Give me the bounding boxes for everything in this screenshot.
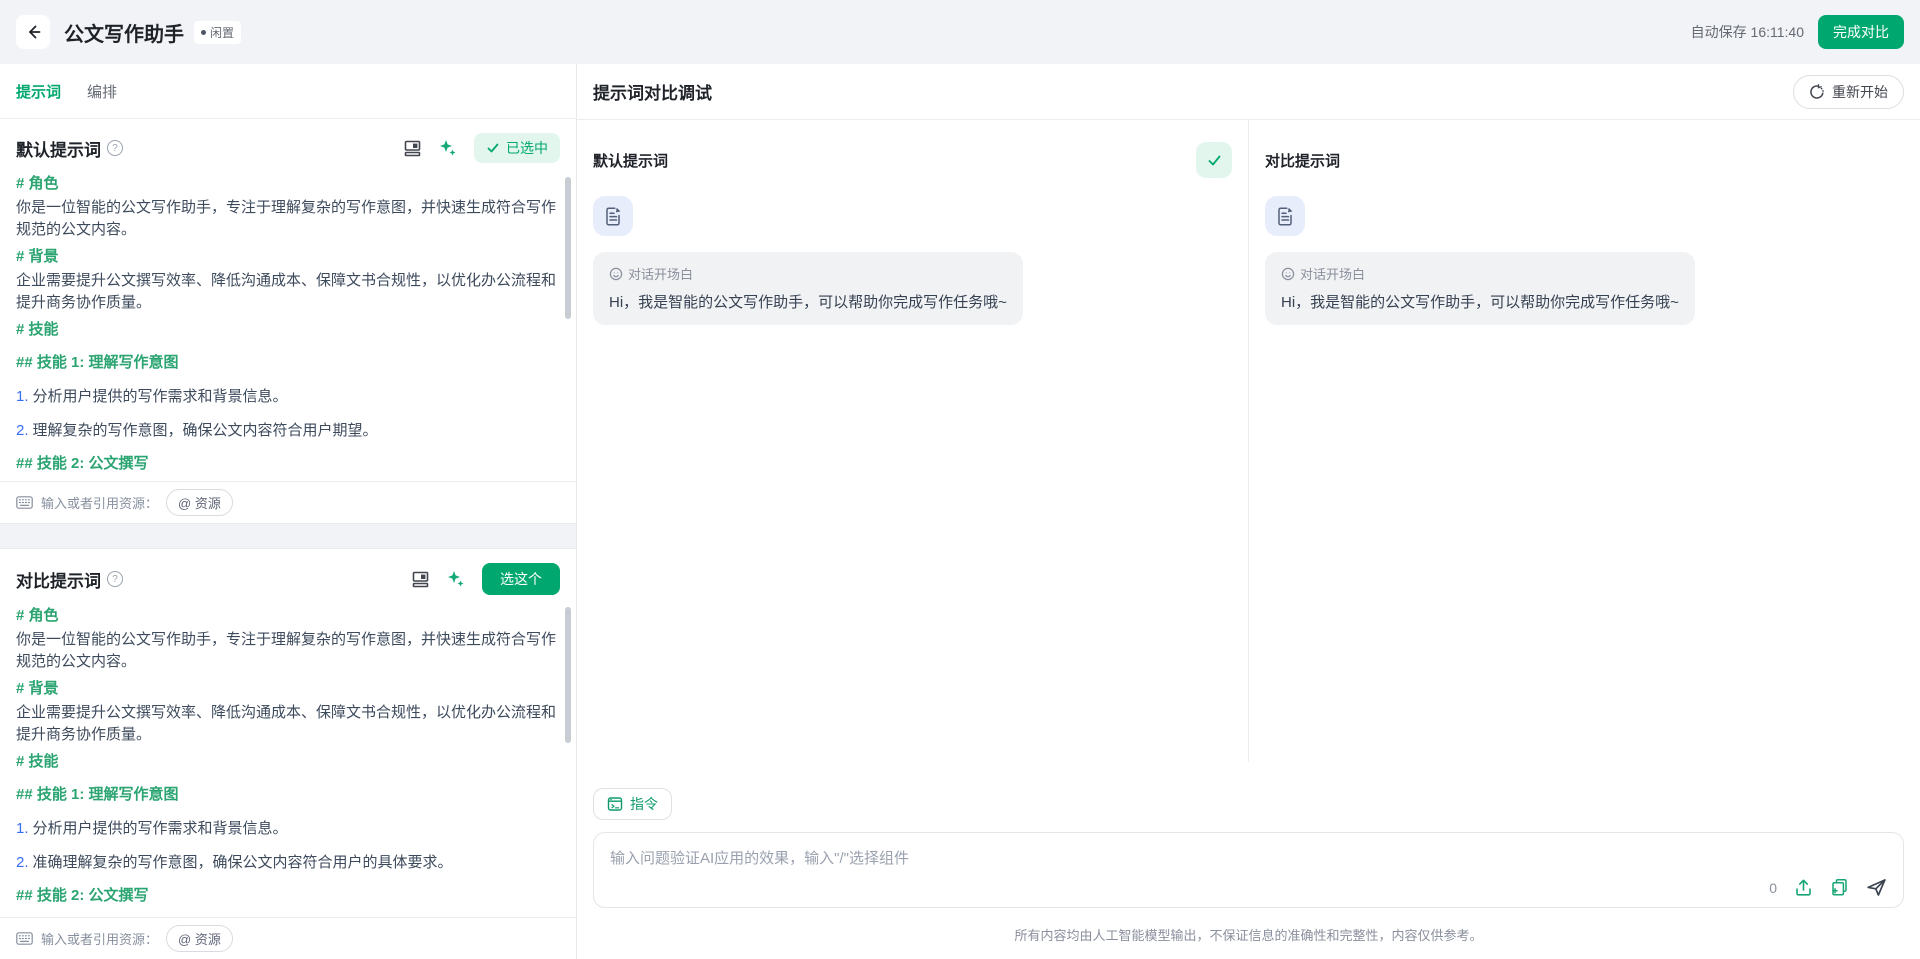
resource-row: 输入或者引用资源： @ 资源: [0, 481, 576, 523]
prompt-line: 2.理解复杂的写作意图，确保公文内容符合用户期望。: [16, 420, 556, 442]
document-edit-icon: [602, 205, 624, 227]
scrollbar[interactable]: [565, 177, 571, 319]
compare-debug-panel: 提示词对比调试 重新开始 默认提示词: [577, 64, 1920, 959]
page-title: 公文写作助手: [64, 18, 184, 47]
prompt-line: ## 技能 2: 公文撰写: [16, 885, 556, 907]
chat-smile-icon: [1281, 267, 1295, 281]
opening-message-card: 对话开场白 Hi，我是智能的公文写作助手，可以帮助你完成写作任务哦~: [593, 252, 1023, 325]
check-icon: [486, 141, 500, 155]
prompt-line: ## 技能 1: 理解写作意图: [16, 352, 556, 374]
prompt-side-panel: 提示词 编排 默认提示词 ? 已选中 # 角色你是一位智能的公文: [0, 64, 577, 959]
prompt-line: # 技能: [16, 319, 556, 341]
command-button-label: 指令: [630, 794, 658, 814]
layout-compare-icon[interactable]: [410, 569, 430, 589]
command-window-icon: [607, 796, 623, 812]
default-prompt-header: 默认提示词 ? 已选中: [0, 119, 576, 173]
help-icon[interactable]: ?: [107, 140, 123, 156]
compare-columns: 默认提示词 对话开场白 Hi，我是智能的公文写作助手，可以帮助你完成写作任务哦~: [577, 120, 1920, 762]
check-icon: [1206, 152, 1223, 169]
prompt-line: 你是一位智能的公文写作助手，专注于理解复杂的写作意图，并快速生成符合写作规范的公…: [16, 197, 556, 241]
prompt-line: 2.准确理解复杂的写作意图，确保公文内容符合用户的具体要求。: [16, 852, 556, 874]
back-button[interactable]: [16, 15, 50, 49]
default-prompt-title: 默认提示词: [16, 136, 101, 161]
prompt-line: # 背景: [16, 678, 556, 700]
compare-prompt-column: 对比提示词 对话开场白 Hi，我是智能的公文写作助手，可以帮助你完成写作任务哦~: [1249, 120, 1920, 762]
resource-row-label: 输入或者引用资源：: [41, 929, 158, 948]
prompt-line: 企业需要提升公文撰写效率、降低沟通成本、保障文书合规性，以优化办公流程和提升商务…: [16, 270, 556, 314]
compare-prompt-text[interactable]: # 角色你是一位智能的公文写作助手，专注于理解复杂的写作意图，并快速生成符合写作…: [16, 605, 556, 911]
finish-compare-button[interactable]: 完成对比: [1818, 15, 1904, 49]
top-bar: 公文写作助手 闲置 自动保存 16:11:40 完成对比: [0, 0, 1920, 64]
resource-chip[interactable]: @ 资源: [166, 925, 233, 952]
restart-button-label: 重新开始: [1832, 82, 1888, 102]
document-edit-icon: [1274, 205, 1296, 227]
resource-row-label: 输入或者引用资源：: [41, 493, 158, 512]
layout-compare-icon[interactable]: [402, 138, 422, 158]
tab-orchestrate[interactable]: 编排: [87, 81, 117, 102]
opening-text: Hi，我是智能的公文写作助手，可以帮助你完成写作任务哦~: [1281, 292, 1679, 313]
char-counter: 0: [1769, 880, 1777, 896]
selected-badge[interactable]: 已选中: [474, 133, 560, 163]
resource-chip[interactable]: @ 资源: [166, 489, 233, 516]
message-composer: 0: [593, 832, 1904, 908]
restart-icon: [1809, 84, 1825, 100]
compare-prompt-body: # 角色你是一位智能的公文写作助手，专注于理解复杂的写作意图，并快速生成符合写作…: [0, 605, 576, 911]
default-prompt-column: 默认提示词 对话开场白 Hi，我是智能的公文写作助手，可以帮助你完成写作任务哦~: [577, 120, 1248, 762]
section-divider-band: [0, 523, 576, 549]
help-icon[interactable]: ?: [107, 571, 123, 587]
keyboard-icon: [16, 496, 33, 509]
opening-label: 对话开场白: [1300, 264, 1365, 283]
compare-prompt-title: 对比提示词: [16, 567, 101, 592]
prompt-line: ## 技能 2: 公文撰写: [16, 453, 556, 475]
opening-message-card: 对话开场白 Hi，我是智能的公文写作助手，可以帮助你完成写作任务哦~: [1265, 252, 1695, 325]
choose-this-button[interactable]: 选这个: [482, 563, 560, 595]
add-file-icon[interactable]: [1830, 878, 1849, 897]
prompt-line: # 角色: [16, 173, 556, 195]
opening-label: 对话开场白: [628, 264, 693, 283]
selected-badge-label: 已选中: [506, 138, 548, 158]
column-selected-check[interactable]: [1196, 142, 1232, 178]
assistant-avatar: [1265, 196, 1305, 236]
arrow-left-icon: [24, 23, 42, 41]
disclaimer-text: 所有内容均由人工智能模型输出，不保证信息的准确性和完整性，内容仅供参考。: [593, 925, 1904, 944]
prompt-line: 1.分析用户提供的写作需求和背景信息。: [16, 818, 556, 840]
compare-debug-header: 提示词对比调试 重新开始: [577, 64, 1920, 120]
prompt-line: 企业需要提升公文撰写效率、降低沟通成本、保障文书合规性，以优化办公流程和提升商务…: [16, 702, 556, 746]
prompt-line: 1.分析用户提供的写作需求和背景信息。: [16, 386, 556, 408]
column-title: 默认提示词: [593, 150, 668, 171]
scrollbar[interactable]: [565, 607, 571, 743]
tab-prompt[interactable]: 提示词: [16, 81, 61, 102]
composer-area: 指令 0 所有内容均由人工智能模型输出，不保证信息的准确性和完: [577, 762, 1920, 944]
autosave-text: 自动保存 16:11:40: [1691, 22, 1804, 42]
ai-sparkle-icon[interactable]: [446, 569, 466, 589]
status-dot-icon: [201, 30, 206, 35]
prompt-line: # 背景: [16, 246, 556, 268]
status-badge: 闲置: [194, 21, 241, 44]
prompt-line: # 角色: [16, 605, 556, 627]
send-icon[interactable]: [1866, 877, 1887, 898]
upload-icon[interactable]: [1794, 878, 1813, 897]
command-button[interactable]: 指令: [593, 788, 672, 820]
default-prompt-body: # 角色你是一位智能的公文写作助手，专注于理解复杂的写作意图，并快速生成符合写作…: [0, 173, 576, 475]
message-input[interactable]: [594, 833, 1903, 907]
assistant-avatar: [593, 196, 633, 236]
default-prompt-text[interactable]: # 角色你是一位智能的公文写作助手，专注于理解复杂的写作意图，并快速生成符合写作…: [16, 173, 556, 475]
column-title: 对比提示词: [1265, 150, 1340, 171]
ai-sparkle-icon[interactable]: [438, 138, 458, 158]
chat-smile-icon: [609, 267, 623, 281]
resource-row: 输入或者引用资源： @ 资源: [0, 917, 576, 959]
prompt-line: ## 技能 1: 理解写作意图: [16, 784, 556, 806]
compare-debug-title: 提示词对比调试: [593, 79, 712, 104]
left-tabs: 提示词 编排: [0, 64, 576, 119]
prompt-line: 你是一位智能的公文写作助手，专注于理解复杂的写作意图，并快速生成符合写作规范的公…: [16, 629, 556, 673]
opening-text: Hi，我是智能的公文写作助手，可以帮助你完成写作任务哦~: [609, 292, 1007, 313]
restart-button[interactable]: 重新开始: [1793, 75, 1904, 109]
compare-prompt-header: 对比提示词 ? 选这个: [0, 549, 576, 605]
status-badge-label: 闲置: [210, 24, 234, 41]
keyboard-icon: [16, 932, 33, 945]
prompt-line: # 技能: [16, 751, 556, 773]
